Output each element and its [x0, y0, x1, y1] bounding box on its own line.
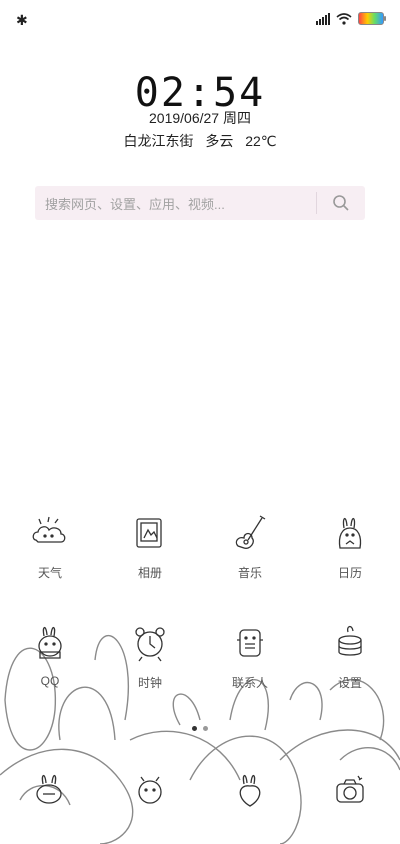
- camera-icon: [336, 775, 364, 803]
- wifi-icon: [336, 12, 352, 25]
- app-clock[interactable]: 时钟: [100, 620, 200, 691]
- phone-icon: [36, 774, 62, 804]
- weather-temperature: 22℃: [245, 133, 277, 149]
- app-label: 音乐: [237, 566, 262, 580]
- app-grid-row-2: QQ 时钟 联系人 设置: [0, 620, 400, 691]
- clock-icon: [135, 627, 165, 662]
- gallery-icon: [136, 518, 162, 548]
- calendar-icon: [338, 518, 362, 549]
- browser-icon: [239, 774, 261, 807]
- app-weather[interactable]: 天气: [0, 510, 100, 581]
- app-settings[interactable]: 设置: [300, 620, 400, 691]
- battery-icon: [358, 12, 386, 25]
- app-gallery[interactable]: 相册: [100, 510, 200, 581]
- search-placeholder: 搜索网页、设置、应用、视频...: [45, 196, 225, 212]
- qq-icon: [38, 626, 62, 659]
- app-label: 天气: [37, 566, 62, 580]
- page-indicator[interactable]: [0, 726, 400, 731]
- page-dot: [203, 726, 208, 731]
- app-music[interactable]: 音乐: [200, 510, 300, 581]
- app-label: 时钟: [137, 676, 162, 690]
- weather-condition: 多云: [205, 133, 234, 149]
- bluetooth-icon: ✱: [16, 12, 28, 28]
- lock-date[interactable]: 2019/06/27 周四: [0, 108, 400, 128]
- weather-widget[interactable]: 白龙江东街 多云 22℃: [0, 131, 400, 151]
- app-grid-row-1: 天气 相册 音乐 日历: [0, 510, 400, 581]
- app-label: 设置: [337, 676, 362, 690]
- app-label: 联系人: [231, 676, 268, 690]
- dock-camera[interactable]: [300, 768, 400, 812]
- dock-phone[interactable]: [0, 768, 100, 812]
- app-contacts[interactable]: 联系人: [200, 620, 300, 691]
- signal-icon: [316, 12, 330, 25]
- dock-messages[interactable]: [100, 768, 200, 812]
- app-qq[interactable]: QQ: [0, 620, 100, 691]
- search-icon[interactable]: [317, 194, 365, 212]
- status-bar: ✱: [0, 0, 400, 40]
- dock-browser[interactable]: [200, 768, 300, 812]
- search-bar[interactable]: 搜索网页、设置、应用、视频...: [35, 186, 365, 220]
- app-label: QQ: [40, 674, 60, 688]
- messages-icon: [138, 776, 162, 804]
- contacts-icon: [237, 629, 263, 657]
- page-dot-active: [192, 726, 197, 731]
- dock: [0, 768, 400, 812]
- app-label: 相册: [137, 566, 162, 580]
- app-label: 日历: [337, 566, 362, 580]
- weather-icon: [32, 516, 66, 543]
- settings-icon: [338, 625, 362, 656]
- app-calendar[interactable]: 日历: [300, 510, 400, 581]
- music-icon: [235, 515, 266, 549]
- weekday-text: 周四: [222, 110, 251, 126]
- date-text: 2019/06/27: [149, 110, 220, 126]
- weather-location: 白龙江东街: [123, 133, 194, 149]
